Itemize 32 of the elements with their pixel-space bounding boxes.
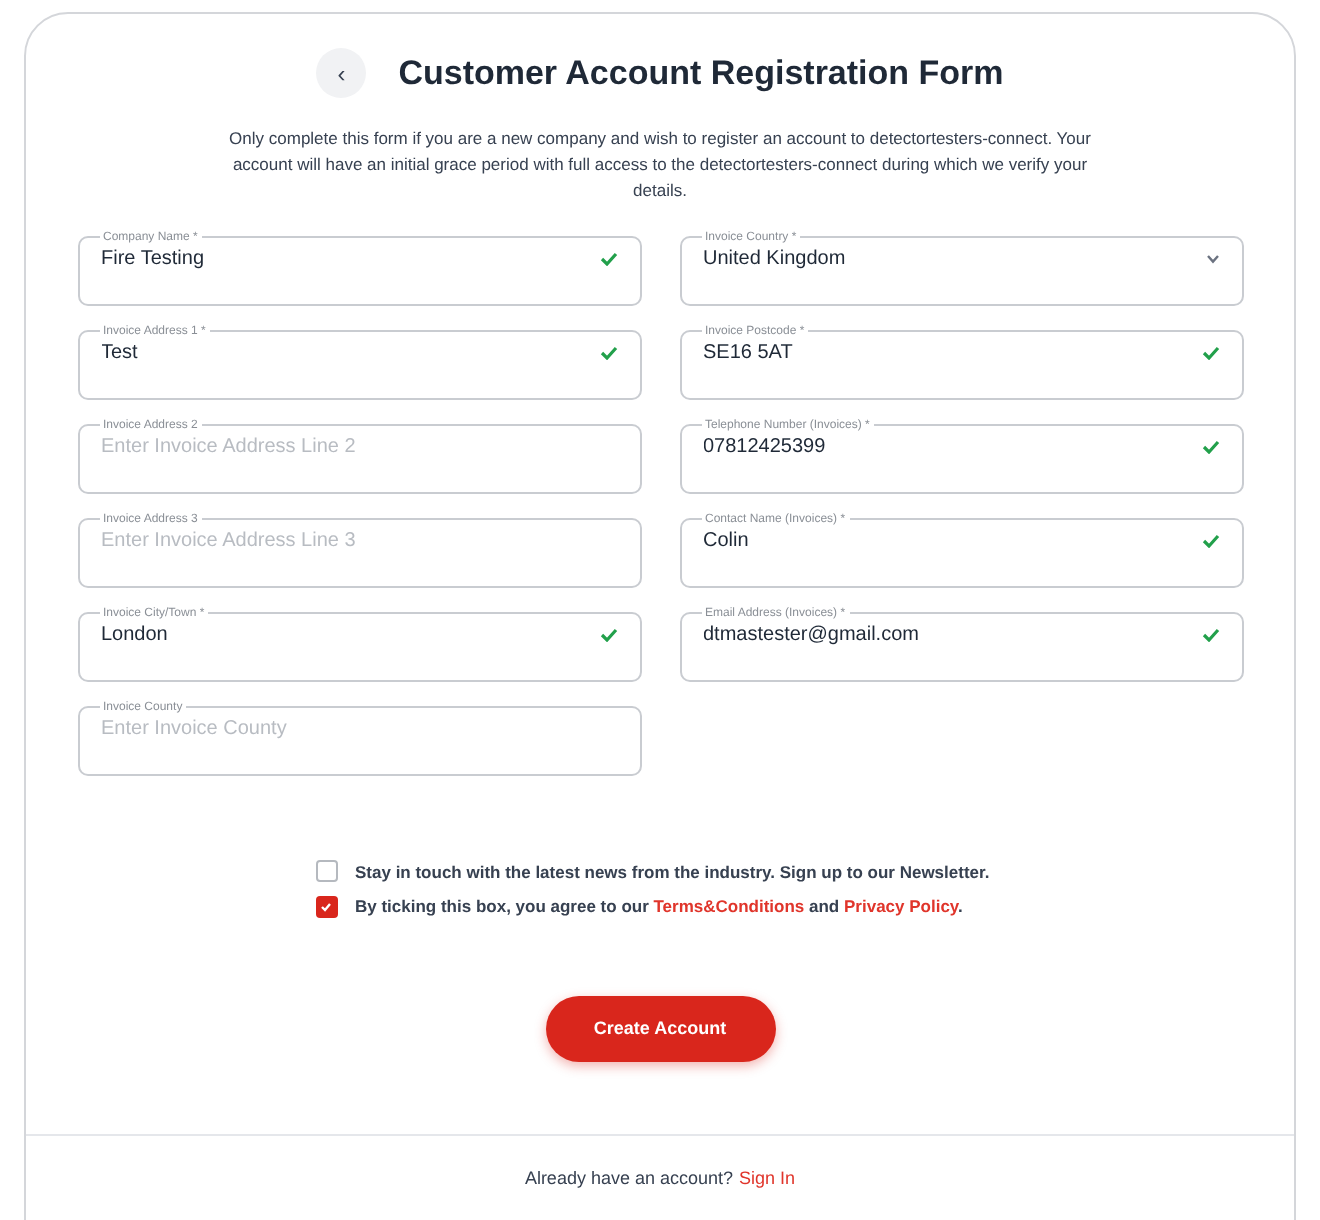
text-input[interactable]: 07812425399 [703, 431, 1201, 461]
check-icon [1201, 533, 1219, 547]
check-icon [599, 627, 617, 641]
sign-in-link[interactable]: Sign In [739, 1166, 796, 1193]
text-input[interactable]: Colin [703, 525, 1201, 555]
back-button[interactable]: ‹ [316, 48, 367, 99]
chevron-down-icon[interactable] [1205, 253, 1219, 263]
consent-text: By ticking this box, you agree to our Terms&Conditions and Privacy Policy. [355, 894, 963, 920]
text-input[interactable]: Enter Invoice Address Line 3 [101, 525, 617, 555]
text-input[interactable]: dtmastester@gmail.com [703, 619, 1201, 649]
checkbox[interactable] [315, 860, 337, 883]
tick-icon [320, 902, 332, 913]
text-input[interactable]: SE16 5AT [703, 337, 1201, 367]
text-input[interactable]: Enter Invoice Address Line 2 [101, 431, 617, 461]
text-input[interactable]: Test [101, 337, 599, 367]
check-icon [599, 251, 617, 265]
text-input[interactable]: Enter Invoice County [101, 713, 617, 743]
consent-link[interactable]: Privacy Policy [844, 896, 959, 917]
text-input[interactable]: Fire Testing [101, 243, 599, 273]
check-icon [1201, 627, 1219, 641]
select-value: United Kingdom [703, 245, 848, 273]
check-icon [1201, 345, 1219, 359]
consent-text: Stay in touch with the latest news from the industry. Sign up to our Newsletter. [355, 859, 990, 885]
check-icon [1201, 439, 1219, 453]
check-icon [599, 345, 617, 359]
form-title: Customer Account Registration Form [398, 52, 1004, 96]
intro-text: Only complete this form if you are a new company and wish to register an account to detectortesters-connect. Your account will have an initial grace period with full access to the detectortesters-connect during which we verify your details. [227, 125, 1093, 203]
checkbox[interactable] [315, 896, 337, 919]
consent-link[interactable]: Terms&Conditions [653, 896, 805, 917]
text-input[interactable]: London [101, 619, 599, 649]
footer-text: Already have an account? [524, 1166, 734, 1192]
create-account-button[interactable]: Create Account [545, 996, 775, 1062]
